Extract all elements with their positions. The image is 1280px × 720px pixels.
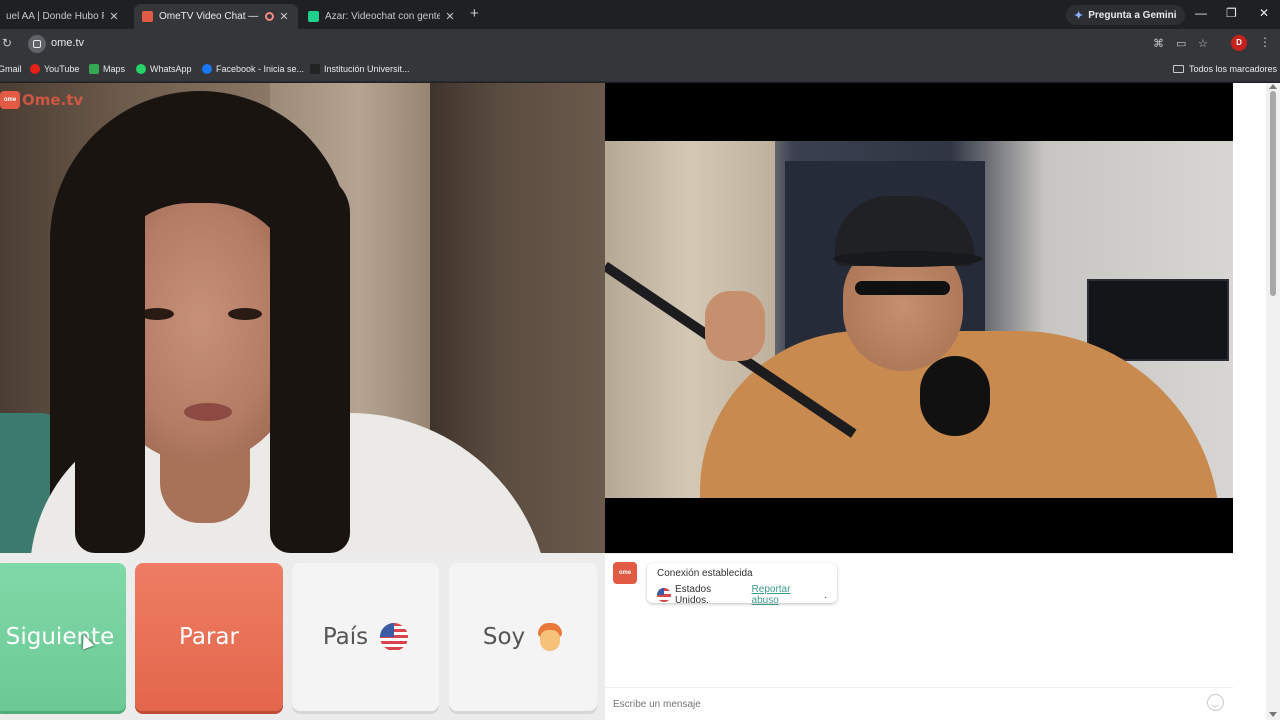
- youtube-icon: [30, 64, 40, 74]
- person-sunglasses: [855, 281, 950, 295]
- boy-emoji-icon: [537, 623, 563, 651]
- emoji-icon[interactable]: [1207, 694, 1224, 711]
- bookmark-facebook[interactable]: Facebook - Inicia se...: [202, 64, 304, 74]
- report-abuse-link[interactable]: Reportar abuso: [752, 584, 821, 606]
- country-label: País: [322, 624, 369, 650]
- translate-icon[interactable]: ⌘: [1153, 37, 1164, 50]
- bookmark-star-icon[interactable]: ☆: [1198, 37, 1208, 50]
- institution-icon: [310, 64, 320, 74]
- ometv-favicon-icon: [142, 11, 153, 22]
- local-video: ome Ome.tv: [0, 83, 605, 553]
- bookmark-label: Gmail: [0, 64, 22, 74]
- ometv-logo: ome Ome.tv: [0, 91, 83, 109]
- report-period: .: [824, 589, 828, 601]
- whatsapp-icon: [136, 64, 146, 74]
- next-label: Siguiente: [5, 624, 115, 650]
- chat-panel: ome Conexión establecida Estados Unidos.…: [605, 554, 1233, 720]
- system-message: Conexión establecida Estados Unidos. Rep…: [647, 563, 837, 606]
- close-icon[interactable]: ✕: [444, 10, 456, 23]
- stop-button[interactable]: Parar: [135, 563, 283, 711]
- microphone: [920, 356, 990, 436]
- country-button[interactable]: País: [292, 563, 439, 711]
- person-hair-front: [270, 173, 350, 553]
- partner-country: Estados Unidos.: [674, 584, 712, 606]
- restore-icon[interactable]: ❐: [1226, 6, 1237, 20]
- connection-status: Conexión establecida: [657, 568, 753, 579]
- logo-text: Ome.tv: [22, 91, 84, 109]
- next-button[interactable]: Siguiente: [0, 563, 126, 711]
- remote-scene: [605, 141, 1233, 498]
- profile-avatar[interactable]: D: [1231, 35, 1247, 51]
- person-eye: [228, 308, 262, 320]
- bookmark-youtube[interactable]: YouTube: [30, 64, 79, 74]
- gemini-button[interactable]: ✦ Pregunta a Gemini: [1066, 5, 1185, 25]
- scroll-down-icon[interactable]: [1269, 712, 1277, 717]
- bookmark-gmail[interactable]: Gmail: [0, 64, 22, 74]
- bookmark-label: Institución Universit...: [324, 64, 410, 74]
- person-hand: [705, 291, 765, 361]
- person-mouth: [184, 403, 232, 421]
- all-bookmarks-button[interactable]: Todos los marcadores: [1173, 64, 1277, 74]
- ometv-tv-icon: ome: [0, 91, 20, 109]
- minimize-icon[interactable]: —: [1195, 6, 1207, 20]
- gemini-label: Pregunta a Gemini: [1088, 9, 1177, 21]
- azar-favicon-icon: [308, 11, 319, 22]
- bookmark-maps[interactable]: Maps: [89, 64, 125, 74]
- tab-title: OmeTV Video Chat — Ome: [159, 11, 261, 22]
- bookmark-label: YouTube: [44, 64, 80, 74]
- gemini-sparkle-icon: ✦: [1074, 9, 1084, 22]
- person-hair-front: [75, 173, 145, 553]
- close-window-icon[interactable]: ✕: [1259, 6, 1269, 20]
- stop-label: Parar: [179, 624, 239, 650]
- person-eye: [140, 308, 174, 320]
- tab-strip: uel AA | Donde Hubo Fuego ✕ OmeTV Video …: [0, 0, 1280, 29]
- person-cap-brim: [833, 251, 983, 267]
- reload-icon[interactable]: ↻: [2, 36, 12, 50]
- close-icon[interactable]: ✕: [278, 10, 290, 23]
- new-tab-button[interactable]: +: [470, 5, 479, 22]
- tab-donde-hubo-fuego[interactable]: uel AA | Donde Hubo Fuego ✕: [0, 4, 128, 29]
- menu-icon[interactable]: ⋮: [1259, 35, 1271, 49]
- message-input[interactable]: [613, 696, 1193, 712]
- us-flag-icon: [380, 623, 409, 651]
- scroll-thumb[interactable]: [1270, 91, 1276, 296]
- bookmark-label: WhatsApp: [150, 64, 192, 74]
- bookmark-whatsapp[interactable]: WhatsApp: [136, 64, 192, 74]
- scrollbar[interactable]: [1266, 83, 1280, 720]
- gender-label: Soy: [482, 624, 526, 650]
- us-flag-icon: [657, 588, 671, 602]
- scroll-up-icon[interactable]: [1269, 84, 1277, 89]
- remote-video: [605, 83, 1233, 553]
- bookmarks-bar: Gmail YouTube Maps WhatsApp Facebook - I…: [0, 59, 1280, 82]
- bookmark-label: Maps: [103, 64, 126, 74]
- close-icon[interactable]: ✕: [108, 10, 120, 23]
- address-bar-row: ↻ ome.tv ⌘ ▭ ☆ D ⋮: [0, 29, 1280, 59]
- tab-title: uel AA | Donde Hubo Fuego: [6, 11, 104, 22]
- site-info-icon[interactable]: [28, 35, 46, 53]
- bookmark-label: Facebook - Inicia se...: [216, 64, 305, 74]
- gender-button[interactable]: Soy: [449, 563, 597, 711]
- tab-ometv[interactable]: OmeTV Video Chat — Ome ✕: [134, 4, 298, 29]
- folder-icon: [1173, 65, 1184, 73]
- url-field[interactable]: ome.tv: [51, 37, 84, 49]
- cast-icon[interactable]: ▭: [1176, 37, 1186, 50]
- tab-title: Azar: Videochat con gente nue: [325, 11, 440, 22]
- all-bookmarks-label: Todos los marcadores: [1189, 64, 1278, 74]
- ometv-page: ome Ome.tv Siguiente Parar País Soy ome …: [0, 83, 1280, 720]
- background-tv: [1087, 279, 1229, 361]
- facebook-icon: [202, 64, 212, 74]
- maps-icon: [89, 64, 99, 74]
- bookmark-institucion[interactable]: Institución Universit...: [310, 64, 410, 74]
- page-gutter: [1233, 83, 1266, 720]
- tab-azar[interactable]: Azar: Videochat con gente nue ✕: [300, 4, 464, 29]
- chat-input-row: [605, 687, 1233, 720]
- ometv-avatar: ome: [613, 562, 637, 584]
- recording-icon: [265, 12, 274, 21]
